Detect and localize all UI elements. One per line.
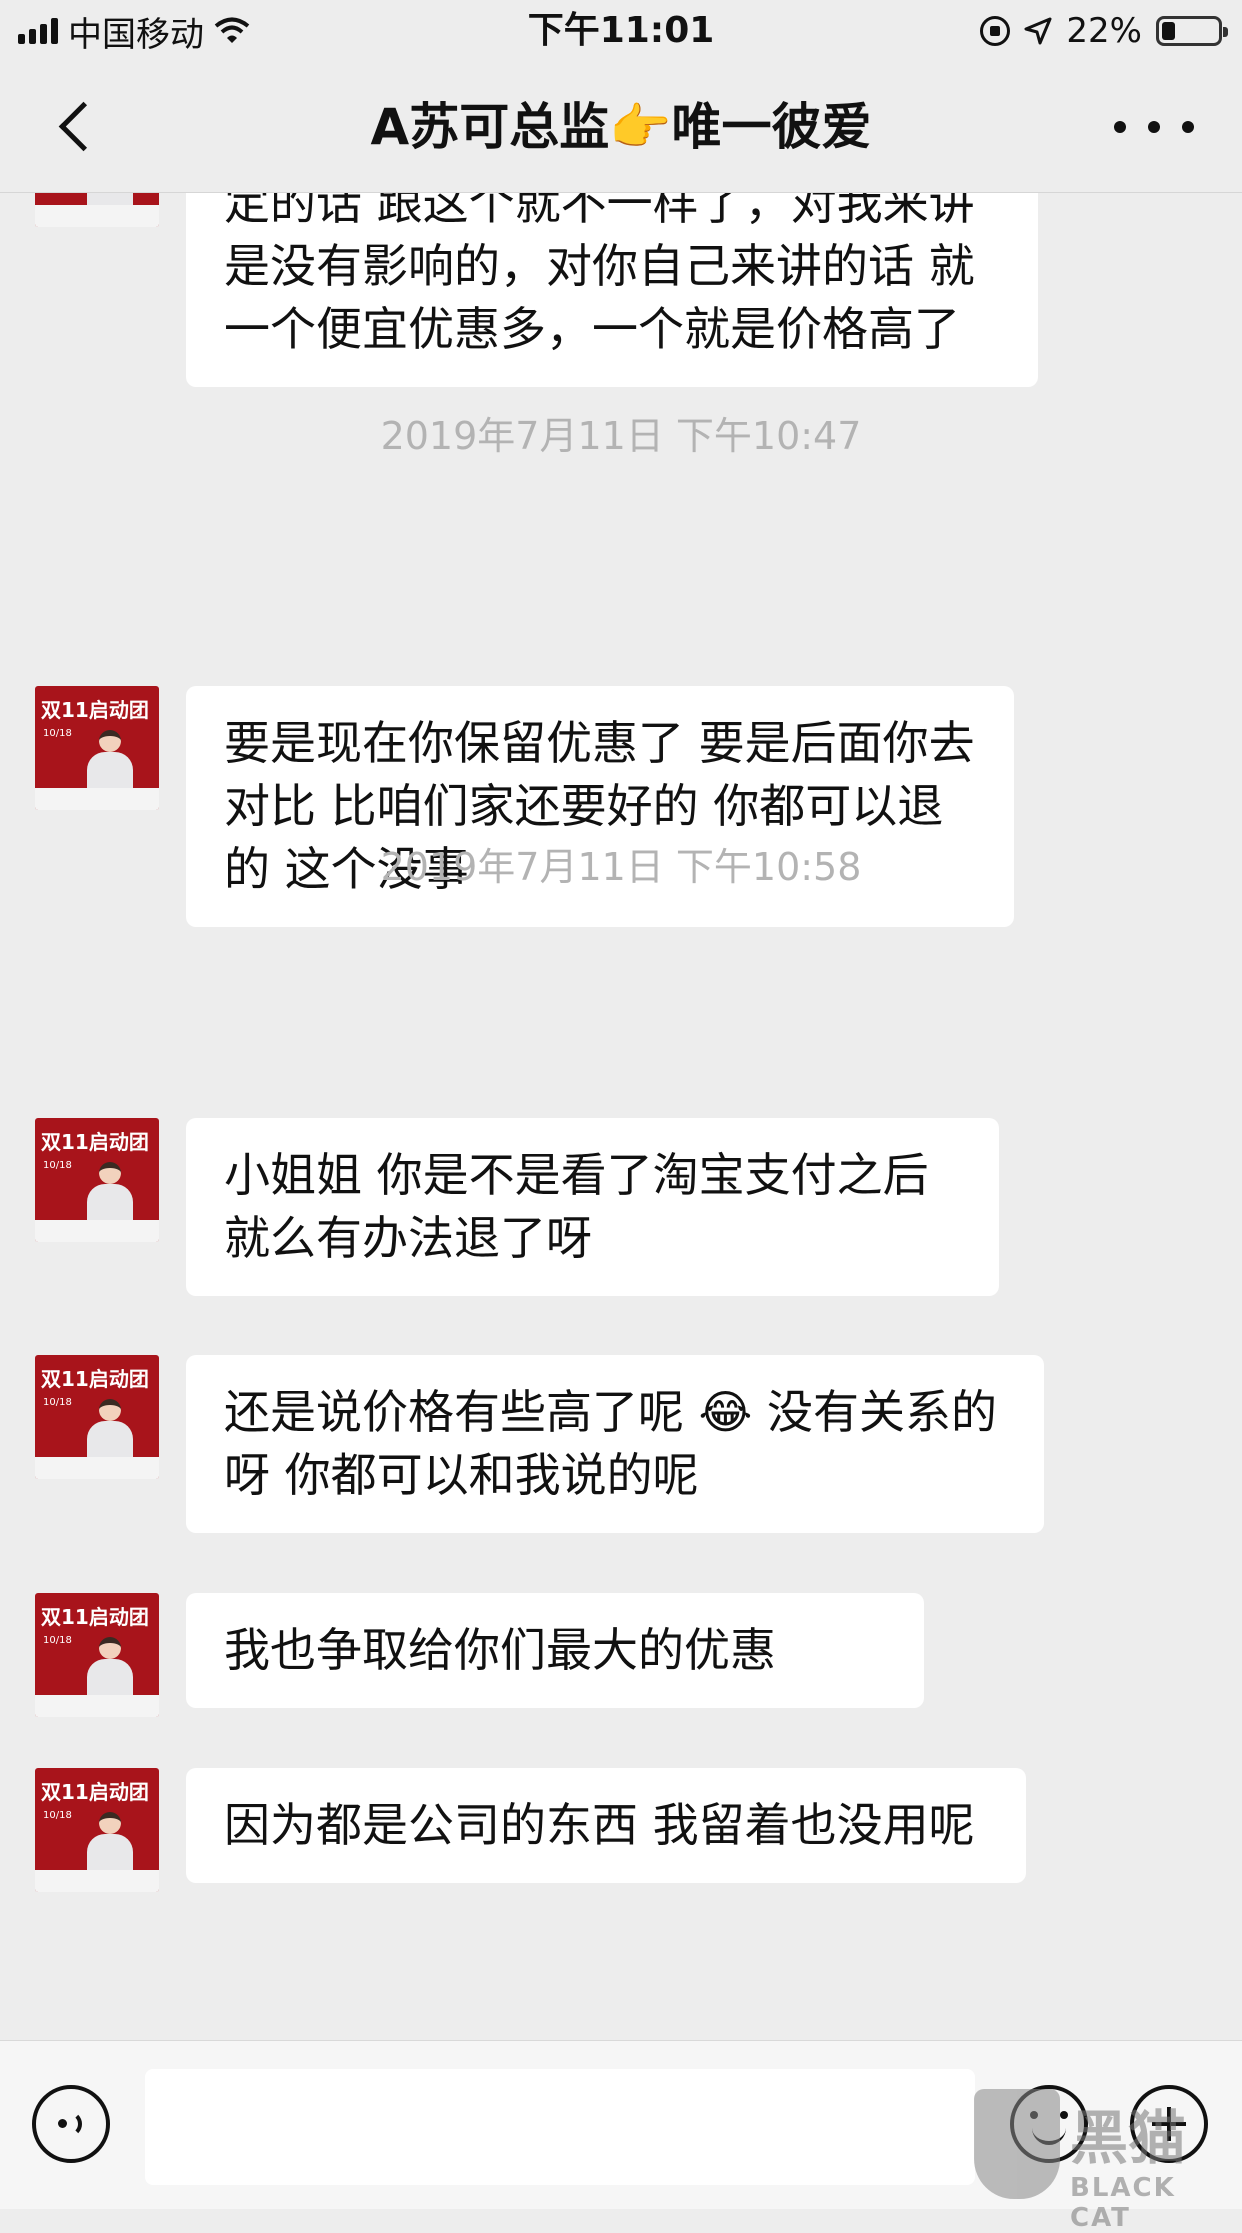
message-bubble[interactable]: 还是说价格有些高了呢 😂 没有关系的呀 你都可以和我说的呢 [186,1355,1044,1533]
battery-icon [1156,16,1228,46]
avatar[interactable]: 双11启动团 10/18 [35,193,159,227]
avatar[interactable]: 双11启动团 10/18 [35,1593,159,1717]
avatar[interactable]: 双11启动团 10/18 [35,1355,159,1479]
avatar[interactable]: 双11启动团 10/18 [35,686,159,810]
message-bubble[interactable]: 小姐姐 你是不是看了淘宝支付之后就么有办法退了呀 [186,1118,999,1296]
timestamp: 2019年7月11日 下午10:47 [380,414,862,458]
watermark-logo: 黑猫 BLACK CAT [970,2085,1242,2233]
avatar[interactable]: 双11启动团 10/18 [35,1768,159,1892]
message-bubble[interactable]: 我也争取给你们最大的优惠 [186,1593,924,1708]
location-icon [1024,17,1052,45]
message-input[interactable] [145,2069,975,2185]
person-icon [87,1162,133,1220]
nav-bar: A苏可总监👉唯一彼爱 [0,62,1242,193]
person-icon [87,193,133,205]
orientation-lock-icon [980,16,1011,46]
message-bubble[interactable]: 因为都是公司的东西 我留着也没用呢 [186,1768,1026,1883]
cat-shield-icon [974,2089,1060,2199]
person-icon [87,1637,133,1695]
message-bubble[interactable]: 美女 你现在是保留优惠的，要是后面定的话 跟这个就不一样了，对我来讲是没有影响的… [186,193,1038,387]
avatar[interactable]: 双11启动团 10/18 [35,1118,159,1242]
person-icon [87,1399,133,1457]
person-icon [87,730,133,788]
chat-area[interactable]: 双11启动团 10/18 美女 你现在是保留优惠的，要是后面定的话 跟这个就不一… [0,193,1242,2039]
voice-icon[interactable] [32,2085,110,2163]
status-bar: 中国移动 下午11:01 22% [0,0,1242,62]
back-icon[interactable] [48,97,108,157]
battery-percent: 22% [1066,11,1142,51]
chat-title: A苏可总监👉唯一彼爱 [370,98,872,156]
timestamp: 2019年7月11日 下午10:58 [380,845,862,889]
more-icon[interactable] [1114,107,1194,147]
person-icon [87,1812,133,1870]
battery-level [1162,22,1176,40]
